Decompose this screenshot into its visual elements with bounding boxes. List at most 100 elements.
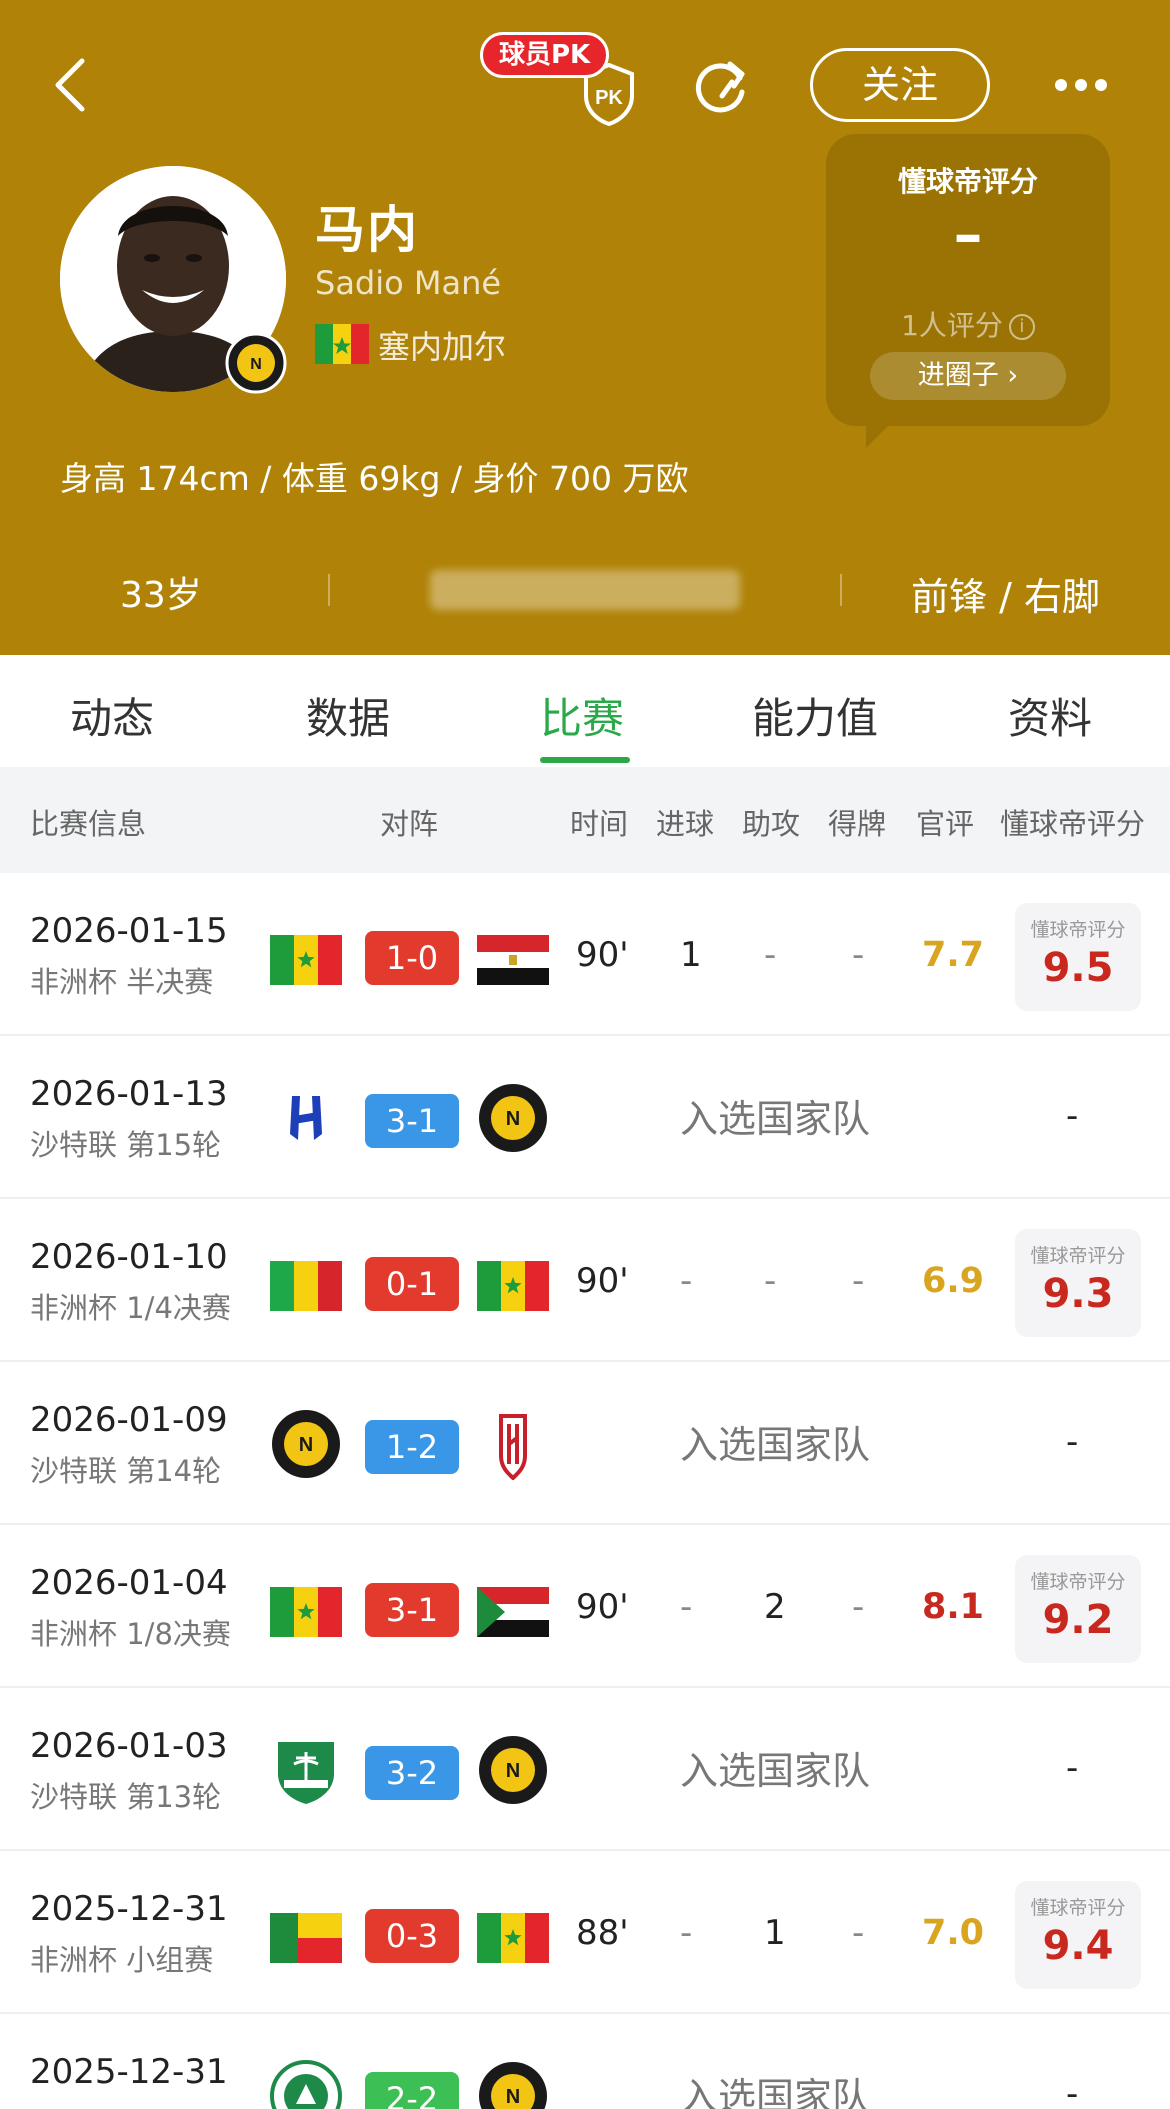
tab-dynamics[interactable]: 动态 bbox=[70, 685, 154, 746]
blurred-info bbox=[430, 570, 740, 610]
header-lineup: 对阵 bbox=[380, 807, 439, 841]
dqd-rating-label: 懂球帝评分 bbox=[1030, 1897, 1126, 1919]
more-icon[interactable] bbox=[1054, 70, 1108, 100]
match-row[interactable]: 2026-01-10 非洲杯 1/4决赛 0-1 90' - - - 6.9 懂球帝评分 9.3 bbox=[0, 1199, 1170, 1362]
tab-data[interactable]: 数据 bbox=[306, 685, 390, 746]
svg-text:N: N bbox=[299, 1434, 313, 1456]
header-time: 时间 bbox=[570, 807, 629, 841]
match-competition: 非洲杯 1/4决赛 bbox=[30, 1291, 231, 1325]
match-score[interactable]: 2-2 bbox=[365, 2072, 459, 2109]
match-row[interactable]: 2026-01-03 沙特联 第13轮 3-2 N 入选国家队 - bbox=[0, 1688, 1170, 1851]
match-competition: 沙特联 第15轮 bbox=[30, 1128, 222, 1162]
cards-value: - bbox=[852, 1913, 865, 1953]
tab-active-indicator bbox=[540, 757, 630, 763]
senegal-flag-icon bbox=[315, 324, 369, 364]
player-info-row: 33岁 前锋 / 右脚 bbox=[0, 560, 1170, 620]
header-assists: 助攻 bbox=[742, 807, 801, 841]
dqd-rating-box[interactable]: 懂球帝评分 9.5 bbox=[1015, 903, 1141, 1011]
match-date: 2026-01-04 bbox=[30, 1563, 228, 1603]
pk-badge: 球员PK bbox=[480, 32, 610, 78]
national-team-note: 入选国家队 bbox=[680, 1097, 871, 1141]
rating-card-value: – bbox=[953, 200, 983, 268]
player-age: 33岁 bbox=[120, 575, 202, 616]
match-row[interactable]: 2026-01-13 沙特联 第15轮 3-1 N 入选国家队 - bbox=[0, 1036, 1170, 1199]
national-team-note: 入选国家队 bbox=[680, 2075, 871, 2109]
dqd-rating-box[interactable]: 懂球帝评分 9.4 bbox=[1015, 1881, 1141, 1989]
match-row[interactable]: 2025-12-31 非洲杯 小组赛 0-3 88' - 1 - 7.0 懂球帝评分 9.4 bbox=[0, 1851, 1170, 2014]
dqd-rating-box[interactable]: 懂球帝评分 9.3 bbox=[1015, 1229, 1141, 1337]
match-date: 2025-12-31 bbox=[30, 2052, 228, 2092]
match-competition: 沙特联 第14轮 bbox=[30, 1454, 222, 1488]
official-rating: 7.7 bbox=[922, 935, 985, 975]
away-team-sudan-flag-icon bbox=[477, 1587, 549, 1637]
goals-value: - bbox=[680, 1261, 693, 1301]
match-score[interactable]: 0-3 bbox=[365, 1909, 459, 1963]
minutes-played: 90' bbox=[576, 1261, 629, 1301]
home-team-mali-flag-icon bbox=[270, 1261, 342, 1311]
header-goals: 进球 bbox=[656, 807, 715, 841]
header-cards: 得牌 bbox=[828, 807, 887, 841]
refresh-icon[interactable] bbox=[692, 56, 752, 116]
assists-value: 1 bbox=[764, 1913, 786, 1953]
home-team-al-khaleej-logo-icon bbox=[270, 1734, 342, 1806]
match-competition: 沙特联 第13轮 bbox=[30, 1780, 222, 1814]
dqd-rating-empty: - bbox=[1066, 1096, 1079, 1136]
header-official: 官评 bbox=[916, 807, 975, 841]
dqd-rating-value: 9.2 bbox=[1042, 1597, 1114, 1643]
match-score[interactable]: 3-1 bbox=[365, 1583, 459, 1637]
info-icon[interactable]: i bbox=[1008, 314, 1035, 340]
assists-value: - bbox=[764, 1261, 777, 1301]
match-score[interactable]: 3-2 bbox=[365, 1746, 459, 1800]
tab-bar: 动态 数据 比赛 能力值 资料 bbox=[0, 655, 1170, 767]
player-pk-button[interactable]: PK 球员PK bbox=[480, 32, 640, 126]
club-badge-icon: N bbox=[225, 332, 287, 394]
match-row[interactable]: 2026-01-15 非洲杯 半决赛 1-0 90' 1 - - 7.7 懂球帝评分 9.5 bbox=[0, 873, 1170, 1036]
svg-text:PK: PK bbox=[595, 87, 623, 109]
header-match-info: 比赛信息 bbox=[30, 807, 147, 841]
rating-card: 懂球帝评分 – 1人评分 i 进圈子 › bbox=[826, 134, 1110, 426]
dqd-rating-label: 懂球帝评分 bbox=[1030, 1245, 1126, 1267]
dqd-rating-empty: - bbox=[1066, 1422, 1079, 1462]
minutes-played: 88' bbox=[576, 1913, 629, 1953]
rating-count: 1人评分 i bbox=[826, 304, 1110, 344]
home-team-al-hilal-logo-icon bbox=[270, 1082, 342, 1154]
away-team-al-nassr-logo-icon: N bbox=[477, 1734, 549, 1806]
national-team-note: 入选国家队 bbox=[680, 1749, 871, 1793]
minutes-played: 90' bbox=[576, 935, 629, 975]
minutes-played: 90' bbox=[576, 1587, 629, 1627]
rating-count-label: 1人评分 bbox=[901, 309, 1003, 342]
assists-value: 2 bbox=[764, 1587, 786, 1627]
match-row[interactable]: 2025-12-31 2-2 N 入选国家队 - bbox=[0, 2014, 1170, 2109]
match-date: 2026-01-10 bbox=[30, 1237, 228, 1277]
player-bio: 身高 174cm / 体重 69kg / 身价 700 万欧 bbox=[60, 459, 689, 498]
divider bbox=[840, 574, 842, 606]
svg-text:N: N bbox=[506, 1760, 520, 1782]
tab-profile[interactable]: 资料 bbox=[1008, 685, 1092, 746]
assists-value: - bbox=[764, 935, 777, 975]
goals-value: - bbox=[680, 1587, 693, 1627]
cards-value: - bbox=[852, 1261, 865, 1301]
player-name: 马内 bbox=[315, 201, 419, 259]
match-row[interactable]: 2026-01-04 非洲杯 1/8决赛 3-1 90' - 2 - 8.1 懂球帝评分 9.2 bbox=[0, 1525, 1170, 1688]
join-circle-button[interactable]: 进圈子 › bbox=[870, 352, 1066, 400]
match-score[interactable]: 0-1 bbox=[365, 1257, 459, 1311]
tab-ability[interactable]: 能力值 bbox=[752, 685, 878, 746]
match-date: 2026-01-09 bbox=[30, 1400, 228, 1440]
follow-button[interactable]: 关注 bbox=[810, 48, 990, 122]
rating-card-title: 懂球帝评分 bbox=[897, 165, 1038, 198]
tab-matches[interactable]: 比赛 bbox=[540, 685, 624, 746]
away-team-al-nassr-logo-icon: N bbox=[477, 1082, 549, 1154]
dqd-rating-value: 9.3 bbox=[1042, 1271, 1114, 1317]
match-date: 2025-12-31 bbox=[30, 1889, 228, 1929]
dqd-rating-label: 懂球帝评分 bbox=[1030, 1571, 1126, 1593]
dqd-rating-empty: - bbox=[1066, 1748, 1079, 1788]
match-row[interactable]: 2026-01-09 沙特联 第14轮 N 1-2 入选国家队 - bbox=[0, 1362, 1170, 1525]
match-score[interactable]: 3-1 bbox=[365, 1094, 459, 1148]
dqd-rating-empty: - bbox=[1066, 2074, 1079, 2109]
back-arrow-icon[interactable] bbox=[50, 55, 90, 115]
home-team-ettifaq-logo-icon bbox=[270, 2060, 342, 2109]
home-team-senegal-flag-icon bbox=[270, 1587, 342, 1637]
dqd-rating-box[interactable]: 懂球帝评分 9.2 bbox=[1015, 1555, 1141, 1663]
match-score[interactable]: 1-0 bbox=[365, 931, 459, 985]
match-score[interactable]: 1-2 bbox=[365, 1420, 459, 1474]
